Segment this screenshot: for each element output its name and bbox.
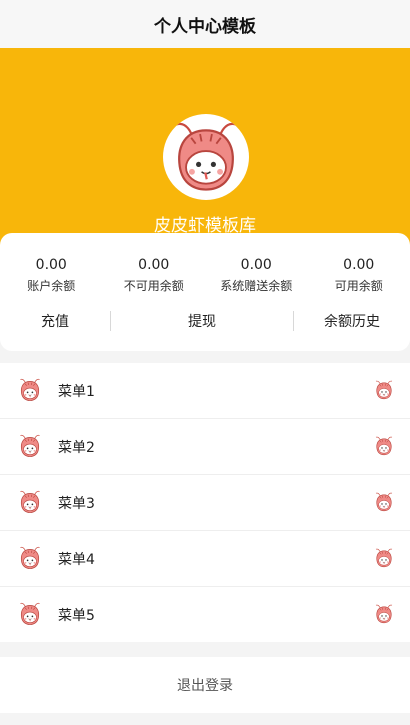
stat-gift-balance: 0.00 系统赠送余额: [205, 257, 308, 294]
shrimp-cat-icon: [18, 602, 42, 626]
menu-item-2[interactable]: 菜单2: [0, 418, 410, 474]
stat-label: 不可用余额: [123, 279, 184, 293]
shrimp-cat-icon: [18, 378, 42, 402]
stat-unavailable-balance: 0.00 不可用余额: [103, 257, 206, 294]
shrimp-cat-icon: [374, 436, 394, 456]
shrimp-cat-avatar-icon: [169, 120, 243, 194]
shrimp-cat-icon: [18, 490, 42, 514]
menu-item-3[interactable]: 菜单3: [0, 474, 410, 530]
stat-value: 0.00: [343, 257, 375, 273]
stat-value: 0.00: [35, 257, 67, 273]
menu-item-5[interactable]: 菜单5: [0, 586, 410, 642]
stat-value: 0.00: [138, 257, 170, 273]
menu-item-label: 菜单5: [58, 607, 95, 624]
menu-item-label: 菜单2: [58, 439, 95, 456]
stat-label: 账户余额: [27, 279, 76, 293]
shrimp-cat-icon: [18, 546, 42, 570]
navbar: 个人中心模板: [0, 0, 410, 48]
logout-button[interactable]: 退出登录: [0, 657, 410, 713]
withdraw-button[interactable]: 提现: [111, 311, 293, 331]
balance-actions: 充值 提现 余额历史: [0, 310, 410, 332]
shrimp-cat-icon: [374, 492, 394, 512]
shrimp-cat-icon: [18, 434, 42, 458]
balance-history-button[interactable]: 余额历史: [294, 311, 410, 331]
stat-available-balance: 0.00 可用余额: [308, 257, 410, 294]
profile-header: 皮皮虾模板库 18888888888: [0, 48, 410, 261]
balance-stats: 0.00 账户余额 0.00 不可用余额 0.00 系统赠送余额 0.00 可用…: [0, 257, 410, 294]
stat-value: 0.00: [240, 257, 272, 273]
shrimp-cat-icon: [374, 604, 394, 624]
menu-list: 菜单1 菜单2 菜单3 菜单4 菜单5: [0, 363, 410, 642]
menu-item-label: 菜单3: [58, 495, 95, 512]
menu-item-1[interactable]: 菜单1: [0, 363, 410, 418]
menu-item-label: 菜单4: [58, 551, 95, 568]
recharge-button[interactable]: 充值: [0, 311, 110, 331]
page-title: 个人中心模板: [154, 16, 256, 37]
shrimp-cat-icon: [374, 380, 394, 400]
shrimp-cat-icon: [374, 548, 394, 568]
menu-item-4[interactable]: 菜单4: [0, 530, 410, 586]
avatar[interactable]: [163, 114, 249, 200]
stat-label: 系统赠送余额: [220, 279, 293, 293]
menu-item-label: 菜单1: [58, 383, 95, 400]
balance-card: 0.00 账户余额 0.00 不可用余额 0.00 系统赠送余额 0.00 可用…: [0, 233, 410, 351]
stat-label: 可用余额: [334, 279, 383, 293]
stat-account-balance: 0.00 账户余额: [0, 257, 103, 294]
